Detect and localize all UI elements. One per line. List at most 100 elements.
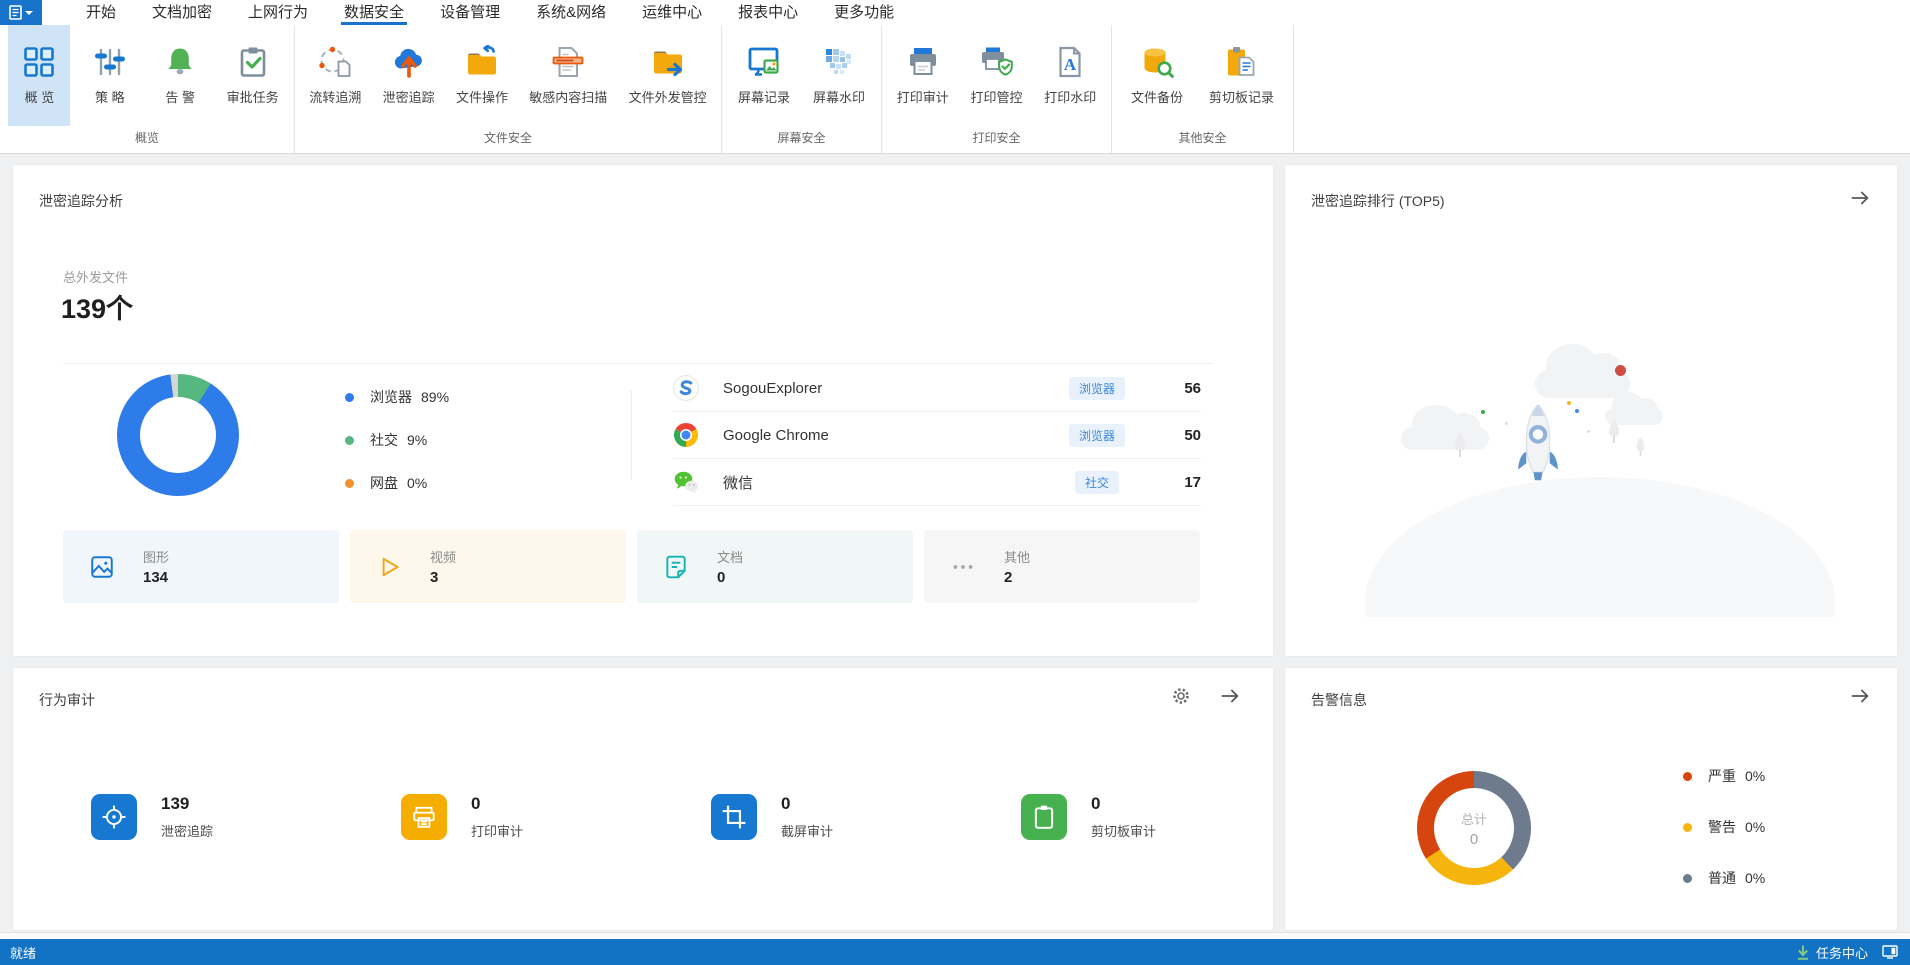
card-label: 视频 — [430, 550, 457, 565]
ribbon-item-label: 泄密追踪 — [382, 90, 435, 105]
tab-device-mgmt[interactable]: 设备管理 — [422, 0, 518, 25]
ribbon-item-approval-tasks[interactable]: 审批任务 — [220, 25, 286, 126]
gear-icon[interactable] — [1171, 686, 1191, 706]
ribbon-item-label: 敏感内容扫描 — [529, 90, 608, 105]
category-badge: 浏览器 — [1068, 376, 1125, 400]
chevron-down-icon — [25, 10, 33, 15]
statusbar: 就绪 任务中心 — [0, 939, 1910, 965]
ribbon-item-print-watermark[interactable]: A 打印水印 — [1037, 25, 1103, 126]
ribbon-item-print-audit[interactable]: 打印审计 — [890, 25, 956, 126]
file-outgoing-folder-icon — [653, 51, 682, 77]
alert-legend: 严重 0% 警告 0% 普通 0% — [1683, 766, 1765, 888]
card-images[interactable]: 图形 134 — [63, 530, 339, 603]
app-window: 开始 文档加密 上网行为 数据安全 设备管理 系统&网络 运维中心 报表中心 更… — [0, 0, 1910, 965]
ribbon-group-label: 其他安全 — [1178, 131, 1227, 145]
stat-leak-trace[interactable]: 139 泄密追踪 — [91, 794, 401, 840]
task-center-button[interactable]: 任务中心 — [1797, 943, 1868, 962]
ribbon-item-clipboard-record[interactable]: 剪切板记录 — [1202, 25, 1281, 126]
stat-value: 0 — [781, 794, 791, 813]
gray-speck — [1505, 422, 1508, 425]
tree-icon — [1455, 433, 1465, 457]
card-value: 3 — [430, 569, 439, 586]
print-control-icon — [982, 47, 1014, 76]
ribbon-item-label: 文件备份 — [1130, 90, 1183, 105]
ribbon-item-print-control[interactable]: 打印管控 — [963, 25, 1029, 126]
card-videos[interactable]: 视频 3 — [350, 530, 626, 603]
alarm-bell-icon — [168, 48, 192, 75]
ribbon-item-file-operation[interactable]: 文件操作 — [449, 25, 515, 126]
crop-icon — [711, 794, 757, 840]
ribbon-item-file-outgoing[interactable]: 文件外发管控 — [622, 25, 714, 126]
legend-dot — [345, 478, 354, 488]
legend-dot — [345, 435, 354, 445]
panel-alerts: 告警信息 总计 0 严重 0% 警告 0% 普通 0% — [1284, 667, 1898, 931]
ribbon-item-overview[interactable]: 概 览 — [8, 25, 71, 126]
legend-pct: 0% — [1745, 870, 1766, 886]
ribbon-item-screen-record[interactable]: 屏幕记录 — [731, 25, 797, 126]
card-label: 图形 — [143, 550, 170, 565]
policy-sliders-icon — [94, 48, 125, 76]
tab-system-network[interactable]: 系统&网络 — [518, 0, 624, 25]
stat-screenshot-audit[interactable]: 0 截屏审计 — [711, 794, 1021, 840]
legend-item-normal: 普通 0% — [1683, 868, 1765, 888]
stat-value: 139 — [161, 794, 190, 813]
ribbon-item-label: 打印审计 — [896, 90, 949, 105]
ribbon-item-screen-watermark[interactable]: 屏幕水印 — [806, 25, 872, 126]
stat-print-audit[interactable]: 0 打印审计 — [401, 794, 711, 840]
list-item[interactable]: 微信 社交 17 — [673, 459, 1201, 506]
tab-doc-encryption[interactable]: 文档加密 — [134, 0, 230, 25]
tab-start[interactable]: 开始 — [68, 0, 134, 25]
legend-label: 浏览器 — [370, 389, 412, 405]
tab-report-center[interactable]: 报表中心 — [720, 0, 816, 25]
list-item[interactable]: Google Chrome 浏览器 50 — [673, 412, 1201, 459]
more-files-icon — [953, 564, 973, 569]
list-item[interactable]: SogouExplorer 浏览器 56 — [673, 365, 1201, 412]
green-dot — [1481, 410, 1485, 414]
tab-web-behavior[interactable]: 上网行为 — [230, 0, 326, 25]
red-dot — [1615, 365, 1626, 376]
arrow-right-icon[interactable] — [1219, 685, 1241, 707]
ribbon-item-label: 流转追溯 — [309, 90, 362, 105]
ribbon-group-other-security: 文件备份 剪切板记录 其他安全 — [1112, 25, 1294, 153]
card-others[interactable]: 其他 2 — [924, 530, 1200, 603]
clipboard-record-icon — [1228, 47, 1255, 76]
arrow-right-icon[interactable] — [1849, 187, 1871, 209]
card-documents[interactable]: 文档 0 — [637, 530, 913, 603]
ribbon-item-file-backup[interactable]: 文件备份 — [1124, 25, 1190, 126]
legend-pct: 0% — [407, 475, 428, 491]
tab-more-features[interactable]: 更多功能 — [816, 0, 912, 25]
empty-state-hill — [1365, 477, 1835, 617]
wechat-icon — [674, 471, 698, 494]
gray-speck — [1587, 430, 1590, 433]
panel-toggle-button[interactable] — [1882, 945, 1898, 959]
tab-ops-center[interactable]: 运维中心 — [624, 0, 720, 25]
tab-data-security[interactable]: 数据安全 — [326, 0, 422, 25]
legend-item-social: 社交 9% — [345, 430, 449, 450]
cloud-icon — [1401, 405, 1489, 450]
legend-pct: 0% — [1745, 768, 1766, 784]
ribbon-group-label: 文件安全 — [483, 131, 532, 145]
ribbon-item-trace-flow[interactable]: 流转追溯 — [302, 25, 368, 126]
total-outgoing-label: 总外发文件 — [63, 270, 129, 285]
legend-label: 警告 — [1708, 819, 1736, 835]
document-file-icon — [666, 555, 686, 578]
app-menu-button[interactable] — [0, 0, 42, 25]
legend-pct: 0% — [1745, 819, 1766, 835]
dashboard-content: 泄密追踪分析 总外发文件 139个 浏览器 89% 社交 9% 网盘 0% So… — [0, 154, 1910, 932]
panel-leak-analysis: 泄密追踪分析 总外发文件 139个 浏览器 89% 社交 9% 网盘 0% So… — [12, 164, 1274, 657]
ribbon-item-sensitive-scan[interactable]: 敏感内容扫描 — [522, 25, 614, 126]
legend-label: 严重 — [1708, 768, 1736, 784]
stat-value: 0 — [471, 794, 481, 813]
legend-label: 网盘 — [370, 475, 398, 491]
ribbon-item-leak-trace[interactable]: 泄密追踪 — [376, 25, 442, 126]
app-count: 50 — [1184, 426, 1201, 444]
arrow-right-icon[interactable] — [1849, 685, 1871, 707]
panel-title: 泄密追踪分析 — [39, 193, 123, 209]
card-value: 134 — [143, 569, 169, 586]
stat-label: 泄密追踪 — [161, 824, 214, 839]
print-receipt-icon — [401, 794, 447, 840]
app-count: 56 — [1184, 379, 1201, 397]
ribbon-item-alarm[interactable]: 告 警 — [149, 25, 211, 126]
category-badge: 社交 — [1074, 470, 1119, 494]
ribbon-item-policy[interactable]: 策 略 — [79, 25, 141, 126]
